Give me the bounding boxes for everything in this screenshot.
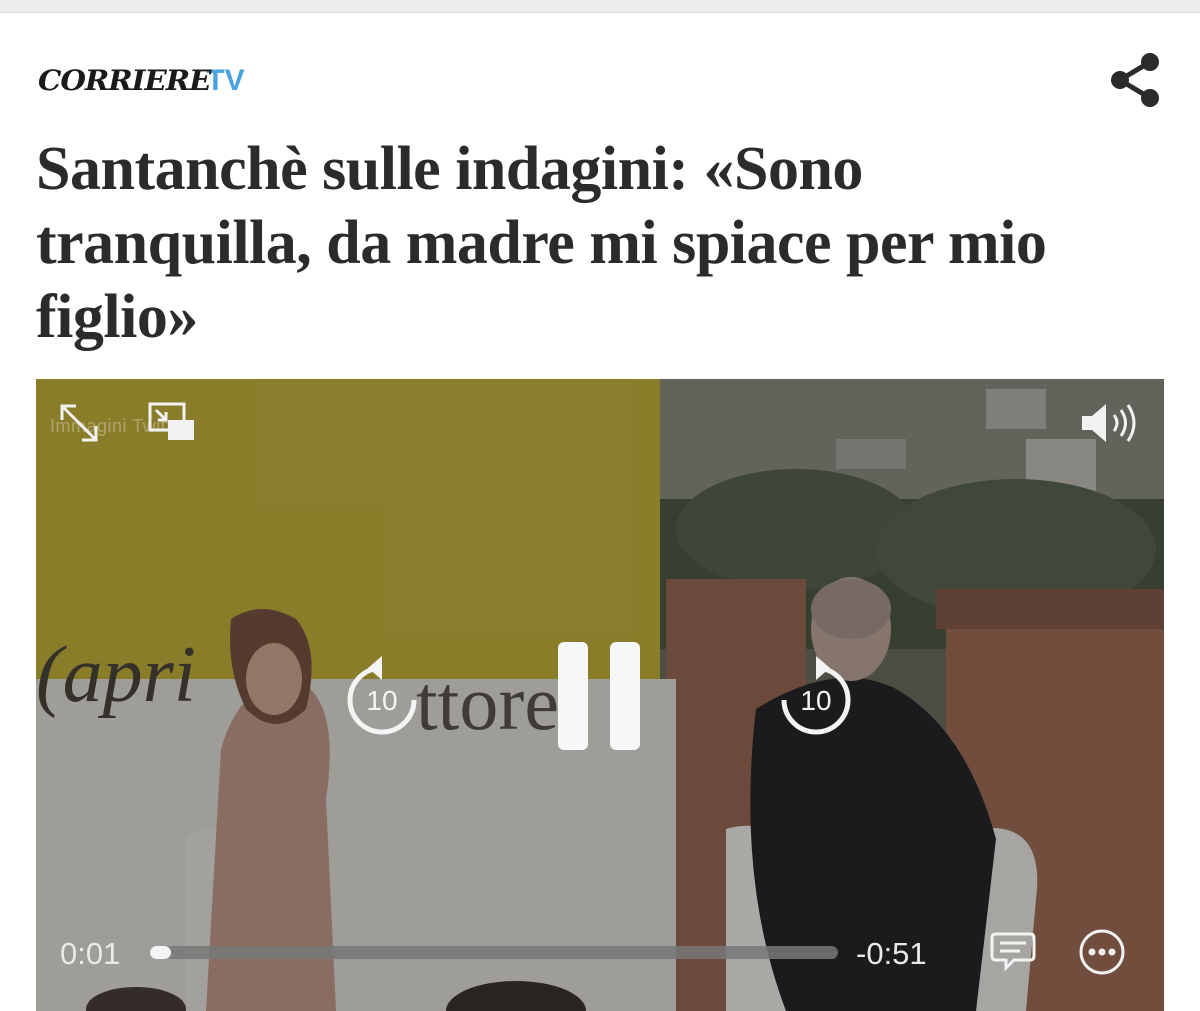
picture-in-picture-icon[interactable] [148, 402, 196, 444]
logo-tv-label: TV [206, 64, 245, 97]
skip-back-icon[interactable]: 10 [342, 652, 422, 736]
status-bar-strip [0, 0, 1200, 13]
corriere-tv-logo[interactable]: CORRIERE TV [38, 64, 245, 104]
progress-fill [150, 946, 171, 959]
progress-bar[interactable] [150, 946, 838, 959]
skip-back-label: 10 [366, 685, 397, 716]
fullscreen-icon[interactable] [56, 400, 102, 446]
more-icon[interactable] [1078, 928, 1126, 976]
elapsed-time: 0:01 [60, 936, 121, 971]
share-icon[interactable] [1104, 50, 1164, 110]
subtitles-icon[interactable] [990, 930, 1036, 972]
skip-forward-icon[interactable]: 10 [776, 652, 856, 736]
pause-icon[interactable] [556, 640, 642, 752]
remaining-time: -0:51 [856, 936, 927, 971]
volume-icon[interactable] [1078, 400, 1142, 446]
skip-forward-label: 10 [800, 685, 831, 716]
logo-wordmark: CORRIERE [38, 64, 212, 97]
article-headline: Santanchè sulle indagini: «Sono tranquil… [36, 135, 1047, 351]
